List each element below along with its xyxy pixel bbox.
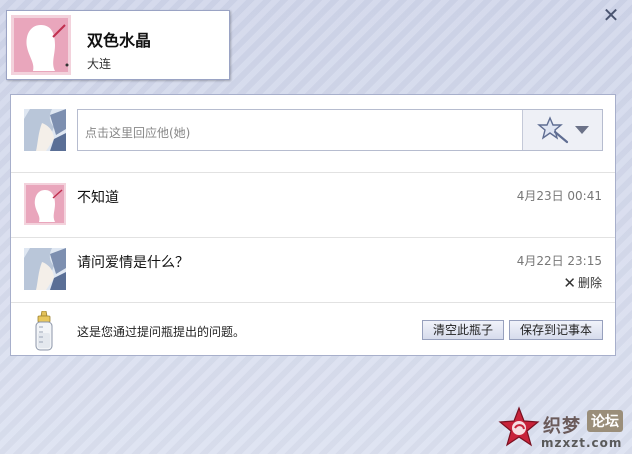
bottle-note: 这是您通过提问瓶提出的问题。	[77, 325, 246, 339]
message-panel: 不知道 4月23日 00:41 请问爱情是什么？ 4月22日 23:15 ✕ 删…	[10, 94, 616, 356]
avatar-self[interactable]	[24, 248, 66, 290]
clear-bottle-button[interactable]: 清空此瓶子	[422, 320, 504, 340]
message-row: 不知道 4月23日 00:41	[11, 173, 615, 238]
delete-button[interactable]: ✕ 删除	[563, 274, 602, 291]
bottle-row: 这是您通过提问瓶提出的问题。 清空此瓶子 保存到记事本	[11, 303, 615, 355]
user-city: 大连	[87, 57, 112, 71]
emote-dropdown-button[interactable]	[522, 110, 602, 150]
watermark-text: 织梦	[543, 416, 581, 437]
avatar-pink[interactable]	[11, 15, 71, 75]
message-text: 不知道	[77, 190, 119, 206]
watermark-logo: 织梦 论坛 mzxzt.com	[497, 404, 632, 454]
delete-label: 删除	[577, 276, 602, 290]
avatar-self[interactable]	[24, 109, 66, 151]
delete-icon: ✕	[563, 273, 576, 292]
reply-row	[11, 95, 615, 173]
close-icon[interactable]: ✕	[602, 5, 620, 25]
message-time: 4月23日 00:41	[516, 189, 602, 203]
watermark-url: mzxzt.com	[541, 436, 623, 450]
reply-box	[77, 109, 603, 151]
baby-bottle-icon	[35, 311, 53, 351]
watermark-text: 论坛	[587, 410, 623, 432]
user-name[interactable]: 双色水晶	[87, 27, 151, 51]
message-time: 4月22日 23:15	[516, 254, 602, 268]
save-to-notepad-button[interactable]: 保存到记事本	[509, 320, 603, 340]
message-text: 请问爱情是什么？	[77, 255, 189, 271]
message-row: 请问爱情是什么？ 4月22日 23:15 ✕ 删除	[11, 238, 615, 303]
avatar-pink[interactable]	[24, 183, 66, 225]
magic-wand-star-icon	[537, 116, 569, 144]
red-star-icon	[498, 406, 540, 447]
chevron-down-icon	[575, 126, 589, 134]
dialog: ✕ 双色水晶 大连 点击这里回应他(她) 不知道 4月23日 00:41 请问爱…	[0, 0, 632, 454]
user-card: 双色水晶 大连	[6, 10, 230, 80]
reply-input[interactable]	[78, 110, 522, 150]
